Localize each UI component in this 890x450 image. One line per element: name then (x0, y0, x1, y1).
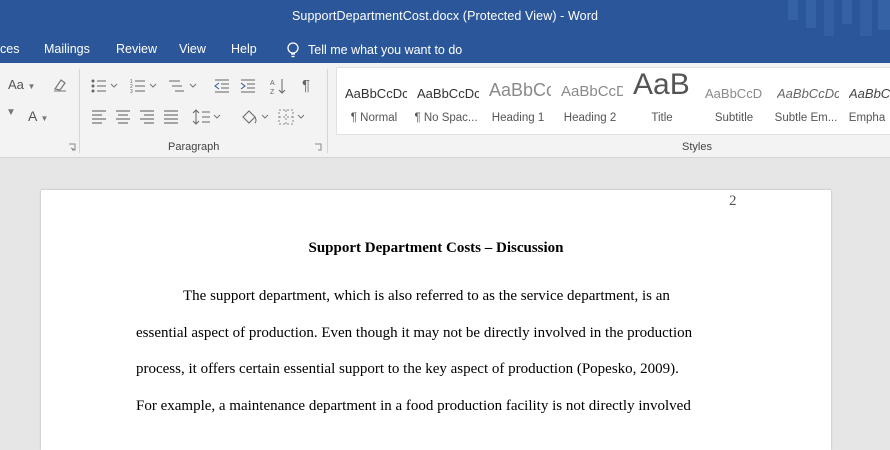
style-sample: AaB (633, 68, 690, 101)
tab-review[interactable]: Review (116, 42, 157, 56)
svg-text:Z: Z (270, 89, 275, 95)
tell-me-box[interactable]: Tell me what you want to do (286, 42, 462, 58)
svg-text:A: A (270, 80, 275, 87)
increase-indent-icon[interactable] (240, 78, 256, 94)
change-case-button[interactable]: Aa ▼ (8, 77, 35, 92)
style-emphasis[interactable]: AaBbCcDc Empha (843, 74, 890, 130)
style-name: ¶ No Spac... (414, 112, 478, 124)
font-dialog-launcher-icon[interactable] (68, 143, 76, 151)
borders-icon[interactable] (278, 108, 308, 126)
page-number: 2 (729, 193, 737, 209)
shading-icon[interactable] (240, 108, 270, 126)
paragraph-line: For example, a maintenance department in… (136, 398, 691, 414)
style-heading-1[interactable]: AaBbCc Heading 1 (483, 74, 553, 130)
styles-group-label: Styles (682, 141, 712, 153)
clear-formatting-icon[interactable] (52, 77, 68, 93)
paragraph-line: essential aspect of production. Even tho… (136, 325, 693, 341)
paragraph-dialog-launcher-icon[interactable] (314, 143, 322, 151)
title-bar: SupportDepartmentCost.docx (Protected Vi… (0, 0, 890, 36)
menu-bar: ces Mailings Review View Help Tell me wh… (0, 36, 890, 63)
document-heading: Support Department Costs – Discussion (308, 240, 564, 256)
style-no-spacing[interactable]: AaBbCcDc ¶ No Spac... (411, 74, 481, 130)
style-sample: AaBbCcDc (345, 86, 407, 101)
style-sample: AaBbCcD (561, 83, 623, 100)
svg-text:3: 3 (130, 89, 133, 94)
tell-me-text: Tell me what you want to do (308, 43, 463, 57)
document-page[interactable]: 2 Support Department Costs – Discussion … (41, 190, 831, 450)
tab-mailings[interactable]: Mailings (44, 42, 90, 56)
window-title: SupportDepartmentCost.docx (Protected Vi… (291, 9, 599, 23)
show-formatting-marks-icon[interactable]: ¶ (302, 77, 310, 94)
chevron-down-icon[interactable]: ▼ (6, 107, 16, 118)
style-sample: AaBbCc (489, 80, 551, 100)
numbering-icon[interactable]: 1 2 3 (130, 78, 160, 94)
paragraph-line: process, it offers certain essential sup… (136, 361, 679, 377)
style-sample: AaBbCcDc (777, 86, 839, 101)
align-center-icon[interactable] (115, 110, 131, 124)
multilevel-list-icon[interactable] (168, 78, 200, 94)
chevron-down-icon: ▼ (27, 82, 36, 91)
style-sample: AaBbCcDc (849, 86, 890, 101)
style-normal[interactable]: AaBbCcDc ¶ Normal (339, 74, 409, 130)
lightbulb-icon (287, 42, 299, 58)
tab-view[interactable]: View (179, 42, 206, 56)
style-sample: AaBbCcD (705, 86, 763, 101)
group-separator (327, 69, 328, 153)
style-name: Subtitle (714, 112, 754, 124)
paragraph-line: The support department, which is also re… (183, 288, 670, 304)
font-color-label: A (28, 108, 37, 124)
style-name: Heading 1 (491, 112, 545, 124)
justify-icon[interactable] (163, 110, 179, 124)
document-canvas: 2 Support Department Costs – Discussion … (0, 158, 890, 450)
sort-icon[interactable]: AZ (270, 77, 286, 95)
style-name: ¶ Normal (350, 112, 398, 124)
group-separator (79, 69, 80, 153)
paragraph-group-label: Paragraph (168, 141, 220, 153)
styles-gallery: AaBbCcDc ¶ Normal AaBbCcDc ¶ No Spac... … (336, 67, 890, 135)
tab-help[interactable]: Help (231, 42, 257, 56)
change-case-label: Aa (8, 77, 24, 92)
align-left-icon[interactable] (91, 110, 107, 124)
font-color-button[interactable]: A ▼ (28, 108, 48, 124)
style-name: Heading 2 (563, 112, 617, 124)
style-sample: AaBbCcDc (417, 86, 479, 101)
style-title[interactable]: AaB Title (627, 68, 697, 130)
tab-references[interactable]: ces (0, 42, 19, 56)
ribbon: Aa ▼ ▼ A ▼ 1 2 3 AZ ¶ Paragraph AaBbCcDc… (0, 63, 890, 158)
titlebar-decoration (788, 0, 890, 36)
style-subtitle[interactable]: AaBbCcD Subtitle (699, 74, 769, 130)
style-name: Subtle Em... (774, 112, 838, 124)
style-subtle-emphasis[interactable]: AaBbCcDc Subtle Em... (771, 74, 841, 130)
line-spacing-icon[interactable] (192, 108, 222, 126)
style-heading-2[interactable]: AaBbCcD Heading 2 (555, 74, 625, 130)
align-right-icon[interactable] (139, 110, 155, 124)
decrease-indent-icon[interactable] (214, 78, 230, 94)
chevron-down-icon: ▼ (40, 114, 49, 123)
bullets-icon[interactable] (91, 78, 121, 94)
style-name: Title (651, 112, 673, 124)
style-name: Empha (848, 112, 886, 124)
